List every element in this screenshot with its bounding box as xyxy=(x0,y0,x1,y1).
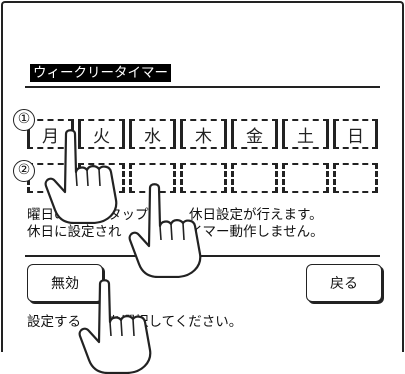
instruction-line-1: 曜日の をタップ 休日設定が行えます。 xyxy=(27,207,323,223)
disable-button[interactable]: 無効 xyxy=(27,264,103,302)
holiday-slot-sun[interactable] xyxy=(331,160,380,196)
instruction-line-2: 休日に設定され タイマー動作しません。 xyxy=(27,224,324,240)
weekday-row: 月 火 水 木 金 土 日 xyxy=(25,116,380,152)
holiday-slot-fri[interactable] xyxy=(229,160,280,196)
day-button-tue[interactable]: 火 xyxy=(76,116,127,152)
marker-2: ② xyxy=(13,160,35,182)
day-button-thu[interactable]: 木 xyxy=(178,116,229,152)
footer-message: 設定する を選択してください。 xyxy=(27,314,243,330)
holiday-slot-sat[interactable] xyxy=(280,160,331,196)
day-button-fri[interactable]: 金 xyxy=(229,116,280,152)
day-button-sat[interactable]: 土 xyxy=(280,116,331,152)
marker-1: ① xyxy=(13,109,35,131)
holiday-slot-wed[interactable] xyxy=(127,160,178,196)
holiday-slot-thu[interactable] xyxy=(178,160,229,196)
day-button-wed[interactable]: 水 xyxy=(127,116,178,152)
back-button[interactable]: 戻る xyxy=(306,264,382,302)
holiday-row xyxy=(25,160,380,196)
screen-title: ウィークリータイマー xyxy=(30,64,171,82)
day-button-sun[interactable]: 日 xyxy=(331,116,380,152)
holiday-slot-tue[interactable] xyxy=(76,160,127,196)
title-divider xyxy=(25,86,380,88)
section-divider xyxy=(25,255,380,257)
